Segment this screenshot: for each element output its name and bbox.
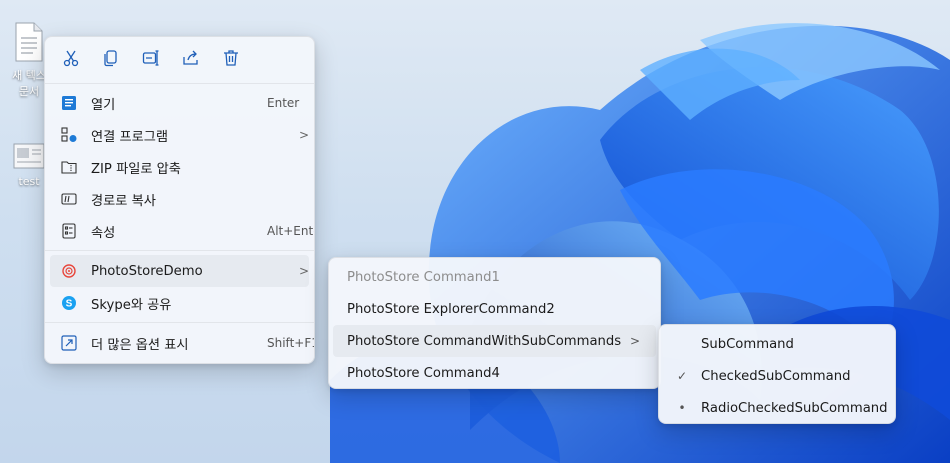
subcommands-menu: SubCommand ✓ CheckedSubCommand • RadioCh… — [658, 324, 896, 424]
menu-item-label: PhotoStoreDemo — [91, 263, 203, 279]
photostore-icon — [60, 262, 78, 280]
menu-item-properties[interactable]: 속성 Alt+Ente — [50, 215, 314, 247]
radio-dot-icon: • — [678, 401, 686, 415]
zip-folder-icon — [60, 158, 78, 176]
subcommand-label: CheckedSubCommand — [701, 368, 851, 384]
delete-icon — [222, 49, 240, 71]
copy-icon — [102, 49, 120, 71]
copy-path-icon — [60, 190, 78, 208]
menu-item-photostoredemo[interactable]: PhotoStoreDemo > — [50, 255, 309, 287]
delete-button[interactable] — [216, 45, 246, 75]
menu-item-open-with[interactable]: 연결 프로그램 > — [50, 119, 309, 151]
checked-subcommand-item[interactable]: ✓ CheckedSubCommand — [663, 360, 891, 392]
menu-item-label: Skype와 공유 — [91, 297, 172, 313]
menu-item-compress-zip[interactable]: ZIP 파일로 압축 — [50, 151, 309, 183]
submenu-item-command4[interactable]: PhotoStore Command4 — [333, 357, 656, 389]
cut-button[interactable] — [56, 45, 86, 75]
menu-item-label: 연결 프로그램 — [91, 129, 168, 145]
properties-icon — [60, 222, 78, 240]
chevron-right-icon: > — [298, 264, 309, 278]
menu-item-open[interactable]: 열기 Enter — [50, 87, 309, 119]
checkmark-icon: ✓ — [676, 369, 688, 383]
submenu-item-explorercommand2[interactable]: PhotoStore ExplorerCommand2 — [333, 293, 656, 325]
context-menu-toolbar — [45, 37, 314, 83]
photostore-submenu: PhotoStore Command1 PhotoStore ExplorerC… — [328, 257, 661, 389]
svg-text:S: S — [66, 299, 73, 310]
menu-item-skype-share[interactable]: S Skype와 공유 — [50, 287, 309, 319]
chevron-right-icon: > — [629, 334, 640, 348]
menu-item-shortcut: Alt+Ente — [267, 224, 314, 238]
copy-button[interactable] — [96, 45, 126, 75]
chevron-right-icon: > — [298, 128, 309, 142]
menu-item-label: ZIP 파일로 압축 — [91, 161, 181, 177]
rename-button[interactable] — [136, 45, 166, 75]
submenu-item-label: PhotoStore Command1 — [347, 269, 500, 285]
menu-item-shortcut: Shift+F10 — [267, 336, 314, 350]
submenu-item-label: PhotoStore ExplorerCommand2 — [347, 301, 555, 317]
subcommand-label: SubCommand — [701, 336, 794, 352]
radio-checked-subcommand-item[interactable]: • RadioCheckedSubCommand — [663, 392, 891, 424]
show-more-options-icon — [60, 334, 78, 352]
submenu-item-command1[interactable]: PhotoStore Command1 — [333, 261, 656, 293]
menu-item-label: 경로로 복사 — [91, 193, 156, 209]
menu-item-show-more-options[interactable]: 더 많은 옵션 표시 Shift+F10 — [50, 327, 314, 359]
context-menu: 열기 Enter 연결 프로그램 > ZIP 파일로 압축 경로로 복사 속성 … — [44, 36, 315, 364]
submenu-item-label: PhotoStore CommandWithSubCommands — [347, 333, 622, 349]
submenu-item-label: PhotoStore Command4 — [347, 365, 500, 381]
open-with-icon — [60, 126, 78, 144]
subcommand-label: RadioCheckedSubCommand — [701, 400, 888, 416]
skype-icon: S — [60, 294, 78, 312]
menu-item-shortcut: Enter — [267, 96, 300, 110]
share-icon — [182, 49, 200, 71]
open-icon — [60, 94, 78, 112]
share-button[interactable] — [176, 45, 206, 75]
menu-item-copy-path[interactable]: 경로로 복사 — [50, 183, 309, 215]
submenu-item-commandwithsubcommands[interactable]: PhotoStore CommandWithSubCommands > — [333, 325, 656, 357]
rename-icon — [142, 49, 160, 71]
cut-icon — [62, 49, 80, 71]
subcommand-item[interactable]: SubCommand — [663, 328, 891, 360]
